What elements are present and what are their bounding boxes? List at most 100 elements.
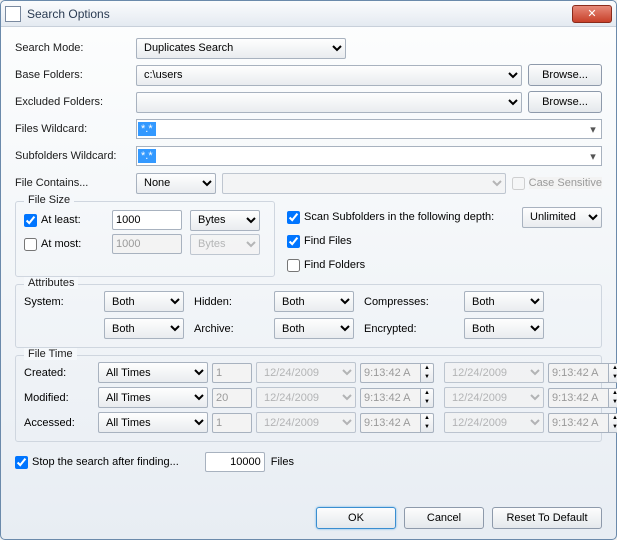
reset-button[interactable]: Reset To Default xyxy=(492,507,602,529)
files-label: Files xyxy=(271,456,294,468)
files-wildcard-input[interactable]: *.* ▾ xyxy=(136,119,602,139)
wildcard-token: *.* xyxy=(138,149,156,163)
find-files-label: Find Files xyxy=(304,235,352,247)
hidden-label: Hidden: xyxy=(194,296,264,308)
chevron-down-icon[interactable]: ▾ xyxy=(585,150,601,163)
encrypted-label: Encrypted: xyxy=(364,323,454,335)
modified-date1[interactable]: 12/24/2009 xyxy=(256,387,356,408)
accessed-date1[interactable]: 12/24/2009 xyxy=(256,412,356,433)
find-folders-label: Find Folders xyxy=(304,259,365,271)
stop-after-count[interactable] xyxy=(205,452,265,472)
case-sensitive-input[interactable] xyxy=(512,177,525,190)
system-label: System: xyxy=(24,296,94,308)
at-least-label: At least: xyxy=(41,214,81,226)
app-icon xyxy=(5,6,21,22)
browse-excluded-button[interactable]: Browse... xyxy=(528,91,602,113)
created-n[interactable] xyxy=(212,363,252,383)
spin-down-icon[interactable]: ▼ xyxy=(609,423,617,432)
spin-down-icon[interactable]: ▼ xyxy=(421,398,433,407)
cancel-button[interactable]: Cancel xyxy=(404,507,484,529)
created-time1[interactable] xyxy=(360,363,420,383)
titlebar: Search Options ✕ xyxy=(1,1,616,27)
scan-subfolders-checkbox[interactable]: Scan Subfolders in the following depth: xyxy=(287,211,494,224)
scan-subfolders-input[interactable] xyxy=(287,211,300,224)
at-most-unit[interactable]: Bytes xyxy=(190,234,260,255)
case-sensitive-checkbox[interactable]: Case Sensitive xyxy=(512,177,602,190)
encrypted-select[interactable]: Both xyxy=(464,318,544,339)
compresses-select[interactable]: Both xyxy=(464,291,544,312)
file-size-group: File Size At least: Bytes At most: By xyxy=(15,201,275,277)
spin-down-icon[interactable]: ▼ xyxy=(421,373,433,382)
spin-up-icon[interactable]: ▲ xyxy=(609,389,617,398)
stop-after-input[interactable] xyxy=(15,456,28,469)
modified-mode[interactable]: All Times xyxy=(98,387,208,408)
file-contains-label: File Contains... xyxy=(15,177,130,189)
spin-up-icon[interactable]: ▲ xyxy=(421,364,433,373)
find-files-input[interactable] xyxy=(287,235,300,248)
archive-select[interactable]: Both xyxy=(274,318,354,339)
at-most-value[interactable] xyxy=(112,234,182,254)
at-most-checkbox[interactable]: At most: xyxy=(24,238,104,251)
subfolders-wildcard-input[interactable]: *.* ▾ xyxy=(136,146,602,166)
spin-down-icon[interactable]: ▼ xyxy=(421,423,433,432)
accessed-time2[interactable] xyxy=(548,413,608,433)
case-sensitive-label: Case Sensitive xyxy=(529,177,602,189)
archive-label: Archive: xyxy=(194,323,264,335)
spin-up-icon[interactable]: ▲ xyxy=(421,414,433,423)
at-least-input[interactable] xyxy=(24,214,37,227)
accessed-n[interactable] xyxy=(212,413,252,433)
base-folders-select[interactable]: c:\users xyxy=(136,65,522,86)
created-time2[interactable] xyxy=(548,363,608,383)
attributes-legend: Attributes xyxy=(24,277,78,289)
search-mode-select[interactable]: Duplicates Search xyxy=(136,38,346,59)
find-folders-input[interactable] xyxy=(287,259,300,272)
created-date2[interactable]: 12/24/2009 xyxy=(444,362,544,383)
files-wildcard-label: Files Wildcard: xyxy=(15,123,130,135)
modified-time2[interactable] xyxy=(548,388,608,408)
extra-select[interactable]: Both xyxy=(104,318,184,339)
accessed-date2[interactable]: 12/24/2009 xyxy=(444,412,544,433)
at-least-value[interactable] xyxy=(112,210,182,230)
chevron-down-icon[interactable]: ▾ xyxy=(585,123,601,136)
created-date1[interactable]: 12/24/2009 xyxy=(256,362,356,383)
close-button[interactable]: ✕ xyxy=(572,5,612,23)
accessed-time1[interactable] xyxy=(360,413,420,433)
subfolders-wildcard-label: Subfolders Wildcard: xyxy=(15,150,130,162)
ok-button[interactable]: OK xyxy=(316,507,396,529)
at-least-unit[interactable]: Bytes xyxy=(190,210,260,231)
at-least-checkbox[interactable]: At least: xyxy=(24,214,104,227)
file-contains-text[interactable] xyxy=(222,173,506,194)
wildcard-token: *.* xyxy=(138,122,156,136)
created-label: Created: xyxy=(24,367,94,379)
spin-down-icon[interactable]: ▼ xyxy=(609,373,617,382)
spin-up-icon[interactable]: ▲ xyxy=(609,364,617,373)
accessed-label: Accessed: xyxy=(24,417,94,429)
search-mode-label: Search Mode: xyxy=(15,42,130,54)
excluded-folders-select[interactable] xyxy=(136,92,522,113)
file-contains-select[interactable]: None xyxy=(136,173,216,194)
modified-time1[interactable] xyxy=(360,388,420,408)
system-select[interactable]: Both xyxy=(104,291,184,312)
file-size-legend: File Size xyxy=(24,194,74,206)
at-most-label: At most: xyxy=(41,238,81,250)
spin-up-icon[interactable]: ▲ xyxy=(421,389,433,398)
find-files-checkbox[interactable]: Find Files xyxy=(287,235,352,248)
at-most-input[interactable] xyxy=(24,238,37,251)
created-mode[interactable]: All Times xyxy=(98,362,208,383)
find-folders-checkbox[interactable]: Find Folders xyxy=(287,259,365,272)
accessed-mode[interactable]: All Times xyxy=(98,412,208,433)
stop-after-checkbox[interactable]: Stop the search after finding... xyxy=(15,456,179,469)
spin-up-icon[interactable]: ▲ xyxy=(609,414,617,423)
modified-date2[interactable]: 12/24/2009 xyxy=(444,387,544,408)
scan-subfolders-label: Scan Subfolders in the following depth: xyxy=(304,211,494,223)
window-title: Search Options xyxy=(27,7,110,21)
depth-select[interactable]: Unlimited xyxy=(522,207,602,228)
modified-n[interactable] xyxy=(212,388,252,408)
file-time-group: File Time Created: All Times 12/24/2009 … xyxy=(15,355,602,442)
close-icon: ✕ xyxy=(587,7,596,20)
browse-base-button[interactable]: Browse... xyxy=(528,64,602,86)
base-folders-label: Base Folders: xyxy=(15,69,130,81)
spin-down-icon[interactable]: ▼ xyxy=(609,398,617,407)
hidden-select[interactable]: Both xyxy=(274,291,354,312)
file-time-legend: File Time xyxy=(24,348,77,360)
